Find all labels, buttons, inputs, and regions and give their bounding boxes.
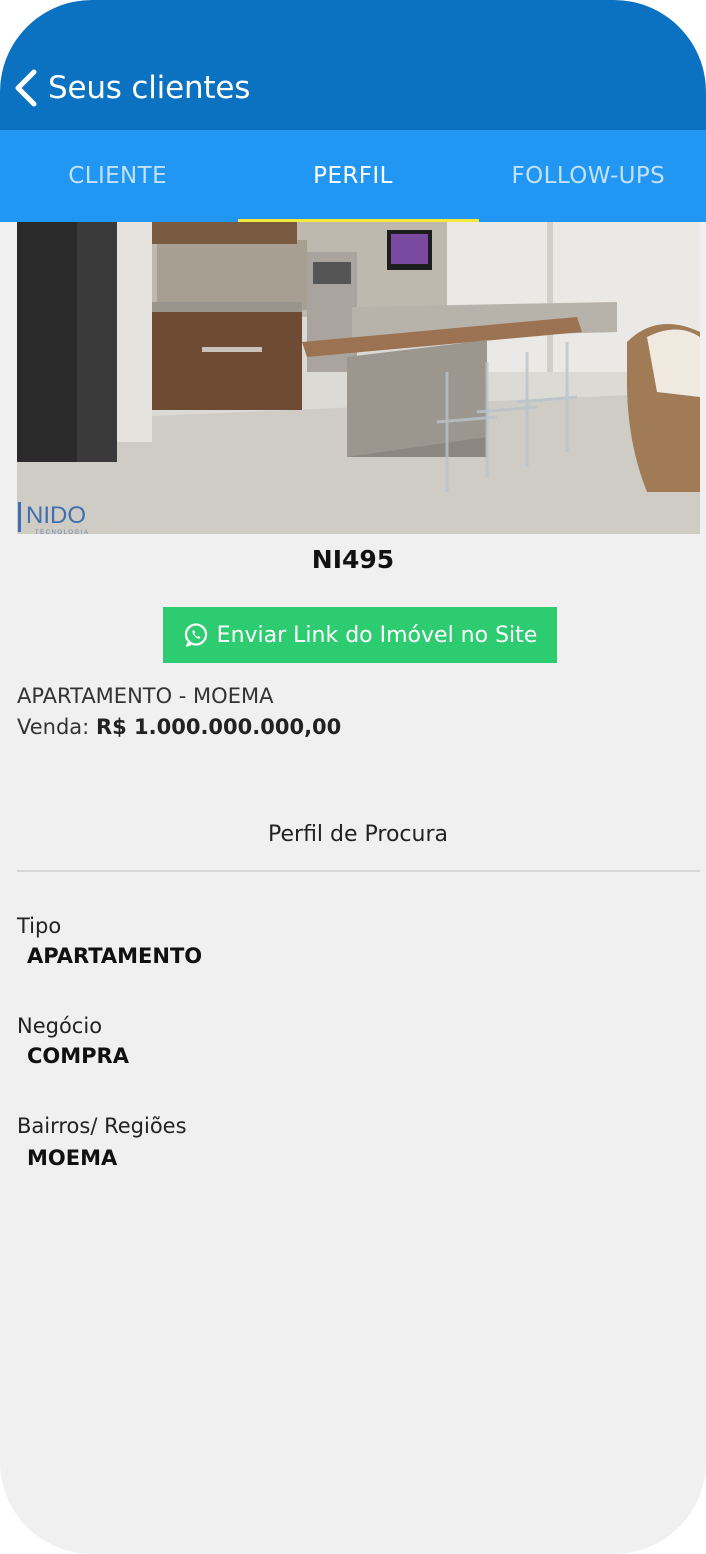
kitchen-illustration xyxy=(17,222,700,534)
field-value-negocio: COMPRA xyxy=(27,1044,129,1068)
back-button-label: Seus clientes xyxy=(48,70,251,106)
nido-logo: NIDO TECNOLOGIA xyxy=(2,498,122,543)
tab-perfil[interactable]: PERFIL xyxy=(235,130,470,222)
section-divider xyxy=(17,870,700,872)
tab-follow-ups[interactable]: FOLLOW-UPS xyxy=(471,130,706,222)
navigation-bar: Seus clientes xyxy=(0,0,706,130)
send-link-button[interactable]: Enviar Link do Imóvel no Site xyxy=(163,607,557,663)
tab-cliente[interactable]: CLIENTE xyxy=(0,130,235,222)
svg-text:NIDO: NIDO xyxy=(26,502,86,529)
field-label-negocio: Negócio xyxy=(17,1014,103,1038)
back-button[interactable]: Seus clientes xyxy=(12,62,250,114)
property-price: Venda: R$ 1.000.000.000,00 xyxy=(17,715,341,739)
tab-bar: CLIENTE PERFIL FOLLOW-UPS xyxy=(0,130,706,222)
field-label-bairros: Bairros/ Regiões xyxy=(17,1114,187,1138)
price-value: R$ 1.000.000.000,00 xyxy=(95,715,342,739)
app-screen: Seus clientes CLIENTE PERFIL FOLLOW-UPS xyxy=(0,0,706,1554)
property-code: NI495 xyxy=(311,545,395,574)
price-label: Venda: xyxy=(17,715,90,739)
field-label-tipo: Tipo xyxy=(17,914,62,938)
property-type-location: APARTAMENTO - MOEMA xyxy=(17,684,274,708)
svg-text:TECNOLOGIA: TECNOLOGIA xyxy=(35,530,89,536)
field-value-tipo: APARTAMENTO xyxy=(27,944,203,968)
whatsapp-icon xyxy=(184,623,207,647)
send-link-label: Enviar Link do Imóvel no Site xyxy=(216,622,538,648)
property-photo[interactable] xyxy=(17,222,700,534)
field-value-bairros: MOEMA xyxy=(27,1146,118,1170)
section-title: Perfil de Procura xyxy=(268,822,448,847)
chevron-left-icon xyxy=(15,69,37,107)
